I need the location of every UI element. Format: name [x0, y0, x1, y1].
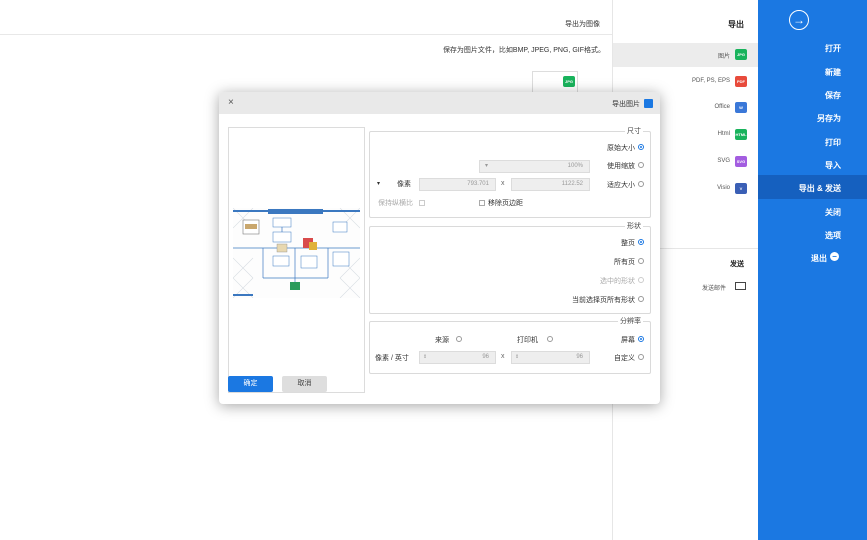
- keep-ratio-checkbox[interactable]: [419, 200, 425, 206]
- times-sign: x: [501, 353, 505, 360]
- selected-shapes-radio[interactable]: [638, 277, 644, 283]
- printer-radio[interactable]: [547, 336, 553, 342]
- source-label[interactable]: 来源: [435, 335, 449, 345]
- dialog-app-icon: [644, 99, 653, 108]
- original-size-label[interactable]: 原始大小: [607, 143, 635, 153]
- whole-page-label[interactable]: 整页: [621, 238, 635, 248]
- export-image-dialog: × 导出图片 尺寸 原始大小 使用缩放 ▾ 100% 适应大小 1122.52 …: [219, 92, 660, 404]
- format-label: Html: [717, 131, 730, 137]
- sidebar-item-print[interactable]: 打印: [825, 137, 841, 148]
- arrow-right-circle-icon: →: [793, 13, 805, 27]
- html-file-icon: HTML: [735, 129, 747, 140]
- screen-label[interactable]: 屏幕: [621, 335, 635, 345]
- send-title: 发送: [730, 261, 744, 268]
- width-input[interactable]: 1122.52: [511, 178, 590, 191]
- ok-button[interactable]: 确定: [228, 376, 273, 392]
- format-label: PDF, PS, EPS: [691, 78, 730, 84]
- sidebar-item-save-as[interactable]: 另存为: [817, 113, 841, 124]
- keep-ratio-label[interactable]: 保持纵横比: [378, 198, 413, 208]
- unit-select[interactable]: ▾ 像素: [375, 178, 415, 191]
- stepper-icon[interactable]: ⇕: [423, 352, 427, 363]
- all-pages-radio[interactable]: [638, 258, 644, 264]
- jpg-file-icon: JPG: [563, 76, 575, 87]
- scale-select[interactable]: ▾ 100%: [479, 160, 590, 173]
- export-title: 导出: [728, 20, 744, 29]
- sidebar-item-close[interactable]: 关闭: [825, 207, 841, 218]
- minus-circle-icon: −: [830, 252, 839, 261]
- all-pages-label[interactable]: 所有页: [614, 257, 635, 267]
- dialog-title: 导出图片: [612, 101, 640, 108]
- format-item-pdf[interactable]: PDF PDF, PS, EPS: [613, 70, 758, 94]
- source-radio[interactable]: [456, 336, 462, 342]
- jpg-file-icon: JPG: [735, 49, 747, 60]
- chevron-down-icon: ▾: [485, 163, 489, 169]
- width-value: 1122.52: [561, 181, 583, 187]
- sidebar-item-options[interactable]: 选项: [825, 230, 841, 241]
- height-input[interactable]: 793.701: [419, 178, 496, 191]
- custom-label[interactable]: 自定义: [614, 353, 635, 363]
- header-divider: [0, 34, 612, 35]
- use-scale-label[interactable]: 使用缩放: [607, 161, 635, 171]
- export-preview: [228, 127, 365, 393]
- visio-file-icon: V: [735, 183, 747, 194]
- unit-value: 像素: [397, 181, 411, 188]
- cancel-button[interactable]: 取消: [282, 376, 327, 392]
- svg-file-icon: SVG: [735, 156, 747, 167]
- resolution-y-value: 96: [482, 354, 489, 360]
- screen-radio[interactable]: [638, 336, 644, 342]
- sidebar-item-import[interactable]: 导入: [825, 160, 841, 171]
- send-email-label: 发送邮件: [701, 286, 726, 292]
- height-value: 793.701: [467, 181, 489, 187]
- scale-value: 100%: [567, 163, 583, 169]
- dialog-titlebar: × 导出图片: [219, 92, 660, 114]
- selected-shapes-label[interactable]: 选中的形状: [600, 276, 635, 286]
- stepper-icon[interactable]: ⇕: [515, 352, 519, 363]
- shape-legend: 形状: [625, 221, 643, 231]
- sidebar-item-exit[interactable]: 退出: [811, 253, 827, 264]
- sidebar-item-save[interactable]: 保存: [825, 90, 841, 101]
- word-file-icon: W: [735, 102, 747, 113]
- resolution-y-input[interactable]: ⇕ 96: [419, 351, 496, 364]
- remove-margin-checkbox[interactable]: [479, 200, 485, 206]
- back-button[interactable]: →: [789, 10, 809, 30]
- envelope-icon: [735, 282, 746, 290]
- format-label: Office: [714, 104, 730, 110]
- pdf-file-icon: PDF: [735, 76, 747, 87]
- size-legend: 尺寸: [625, 126, 643, 136]
- original-size-radio[interactable]: [638, 144, 644, 150]
- format-label: Visio: [717, 185, 730, 191]
- close-icon[interactable]: ×: [228, 97, 234, 108]
- whole-page-radio[interactable]: [638, 239, 644, 245]
- resolution-unit: 像素 / 英寸: [375, 355, 409, 362]
- backstage-sidebar: → 打开 新建 保存 另存为 打印 导入 导出 & 发送 关闭 选项 退出 −: [757, 0, 867, 540]
- fit-size-label[interactable]: 适应大小: [607, 180, 635, 190]
- custom-radio[interactable]: [638, 354, 644, 360]
- format-label: SVG: [717, 158, 730, 164]
- times-sign: x: [501, 180, 505, 187]
- chevron-down-icon: ▾: [377, 181, 381, 187]
- export-description: 保存为图片文件，比如BMP, JPEG, PNG, GIF格式。: [442, 47, 605, 54]
- remove-margin-label[interactable]: 移除页边距: [488, 198, 523, 208]
- sidebar-item-export-send[interactable]: 导出 & 发送: [799, 183, 841, 194]
- use-scale-radio[interactable]: [638, 162, 644, 168]
- resolution-x-value: 96: [576, 354, 583, 360]
- resolution-legend: 分辨率: [618, 316, 643, 326]
- resolution-group: [369, 321, 651, 374]
- current-page-shapes-radio[interactable]: [638, 296, 644, 302]
- format-label: 图片: [717, 54, 730, 60]
- current-page-shapes-label[interactable]: 当前选择页所有形状: [572, 295, 635, 305]
- sidebar-item-open[interactable]: 打开: [825, 43, 841, 54]
- main-header-title: 导出为图像: [565, 21, 600, 28]
- diagram-preview-image: [233, 208, 360, 298]
- format-item-image[interactable]: JPG 图片: [613, 43, 758, 67]
- sidebar-item-new[interactable]: 新建: [825, 67, 841, 78]
- resolution-x-input[interactable]: ⇕ 96: [511, 351, 590, 364]
- printer-label[interactable]: 打印机: [517, 335, 538, 345]
- fit-size-radio[interactable]: [638, 181, 644, 187]
